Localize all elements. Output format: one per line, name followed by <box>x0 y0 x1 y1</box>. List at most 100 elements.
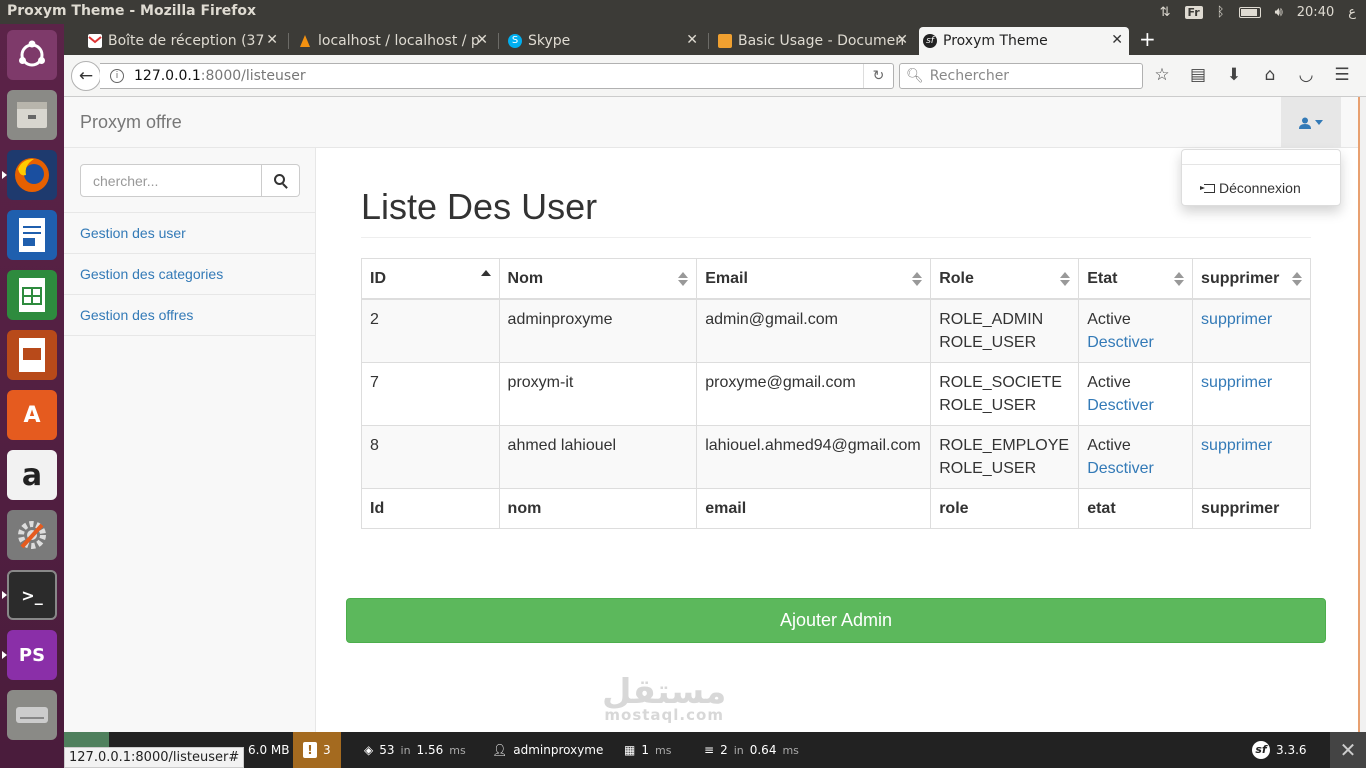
url-bar[interactable]: i 127.0.0.1:8000/listeuser ↻ <box>100 63 894 89</box>
gmail-icon <box>88 34 102 48</box>
tab-proxym-active[interactable]: sf Proxym Theme ✕ <box>919 27 1129 55</box>
sign-out-icon <box>1200 183 1215 193</box>
browser-tab-bar: Boîte de réception (37 ✕ localhost / loc… <box>64 24 1366 55</box>
sidebar-item-users[interactable]: Gestion des user <box>64 213 315 254</box>
bluetooth-icon[interactable]: ᛒ <box>1217 5 1225 20</box>
reload-icon[interactable]: ↻ <box>863 64 893 88</box>
deactivate-link[interactable]: Desctiver <box>1087 331 1184 354</box>
column-header-nom[interactable]: Nom <box>498 258 698 300</box>
sort-icon <box>1292 272 1302 286</box>
column-header-email[interactable]: Email <box>696 258 932 300</box>
keyboard-layout[interactable]: Fr <box>1184 5 1203 19</box>
sidebar-search-button[interactable] <box>262 164 300 197</box>
os-top-bar: Proxym Theme - Mozilla Firefox ⇅ Fr ᛒ 🔊︎… <box>0 0 1366 24</box>
menu-icon[interactable]: ☰ <box>1332 65 1352 85</box>
cell-email: lahiouel.ahmed94@gmail.com <box>696 425 932 489</box>
delete-link[interactable]: supprimer <box>1201 434 1302 457</box>
clock[interactable]: 20:40 <box>1297 5 1334 20</box>
dropdown-divider <box>1182 164 1340 165</box>
bookmark-star-icon[interactable]: ☆ <box>1152 65 1172 85</box>
close-tab-icon[interactable]: ✕ <box>686 32 698 48</box>
tab-label: localhost / localhost / p <box>318 33 480 49</box>
cell-etat: Active Desctiver <box>1078 425 1194 489</box>
tab-gmail[interactable]: Boîte de réception (37 ✕ <box>84 27 284 55</box>
drive-icon[interactable] <box>7 690 57 740</box>
skype-icon: S <box>508 34 522 48</box>
downloads-icon[interactable]: ⬇ <box>1224 65 1244 85</box>
sidebar-item-offers[interactable]: Gestion des offres <box>64 295 315 336</box>
deactivate-link[interactable]: Desctiver <box>1087 394 1184 417</box>
url-host: 127.0.0.1 <box>134 68 201 84</box>
terminal-icon[interactable]: >_ <box>7 570 57 620</box>
symfony-icon: sf <box>1252 741 1270 759</box>
sidebar-item-categories[interactable]: Gestion des categories <box>64 254 315 295</box>
pocket-icon[interactable]: ◡ <box>1296 65 1316 85</box>
cell-delete: supprimer <box>1192 362 1311 426</box>
profiler-time[interactable]: ▦ 1 ms <box>624 732 671 768</box>
close-tab-icon[interactable]: ✕ <box>476 32 488 48</box>
amazon-icon[interactable]: a <box>7 450 57 500</box>
calc-icon[interactable] <box>7 270 57 320</box>
new-tab-button[interactable]: + <box>1139 27 1156 51</box>
firefox-icon[interactable] <box>7 150 57 200</box>
delete-link[interactable]: supprimer <box>1201 308 1302 331</box>
footer-etat: etat <box>1078 488 1194 529</box>
tab-phpmyadmin[interactable]: localhost / localhost / p ✕ <box>294 27 494 55</box>
symfony-profiler-toolbar: 127.0.0.1:8000/listeuser# 6.0 MB ! 3 ◈ 5… <box>64 732 1366 768</box>
files-icon[interactable] <box>7 90 57 140</box>
sidebar-search-input[interactable] <box>80 164 262 197</box>
cell-nom: proxym-it <box>498 362 698 426</box>
impress-icon[interactable] <box>7 330 57 380</box>
sort-icon <box>678 272 689 286</box>
table-row: 7 proxym-it proxyme@gmail.com ROLE_SOCIE… <box>361 362 1311 426</box>
tab-skype[interactable]: S Skype ✕ <box>504 27 704 55</box>
tab-docs[interactable]: Basic Usage - Documen ✕ <box>714 27 914 55</box>
close-tab-icon[interactable]: ✕ <box>1111 32 1123 48</box>
column-header-supprimer[interactable]: supprimer <box>1192 258 1311 300</box>
brand-link[interactable]: Proxym offre <box>80 112 182 133</box>
close-tab-icon[interactable]: ✕ <box>896 32 908 48</box>
ubuntu-dash-icon[interactable] <box>7 30 57 80</box>
deactivate-link[interactable]: Desctiver <box>1087 457 1184 480</box>
site-info-icon[interactable]: i <box>110 69 124 83</box>
web-page: Proxym offre Déconnexion Gestion des use… <box>64 97 1358 732</box>
writer-icon[interactable] <box>7 210 57 260</box>
profiler-memory[interactable]: 6.0 MB <box>248 732 289 768</box>
column-header-role[interactable]: Role <box>930 258 1080 300</box>
window-title: Proxym Theme - Mozilla Firefox <box>7 3 256 19</box>
delete-link[interactable]: supprimer <box>1201 371 1302 394</box>
cell-id: 7 <box>361 362 500 426</box>
search-icon <box>274 174 285 185</box>
home-icon[interactable]: ⌂ <box>1260 65 1280 85</box>
session-glyph[interactable]: ع <box>1348 5 1356 20</box>
sort-asc-icon <box>480 270 491 276</box>
close-tab-icon[interactable]: ✕ <box>266 32 278 48</box>
profiler-database[interactable]: ≡ 2 in 0.64 ms <box>704 732 799 768</box>
volume-icon[interactable]: 🔊︎ <box>1275 5 1283 20</box>
profiler-user[interactable]: 👤︎ adminproxyme <box>492 732 603 768</box>
close-toolbar-icon[interactable]: ✕ <box>1330 732 1366 768</box>
cell-nom: adminproxyme <box>498 298 698 363</box>
users-table: ID Nom Email Role Etat supprimer 2 admin… <box>361 258 1311 529</box>
column-header-id[interactable]: ID <box>361 258 500 300</box>
user-menu-toggle[interactable] <box>1281 97 1341 148</box>
add-admin-button[interactable]: Ajouter Admin <box>346 598 1326 643</box>
column-header-etat[interactable]: Etat <box>1078 258 1194 300</box>
cell-role: ROLE_EMPLOYE ROLE_USER <box>930 425 1080 489</box>
network-icon[interactable]: ⇅ <box>1160 5 1171 20</box>
profiler-version[interactable]: sf 3.3.6 <box>1252 732 1307 768</box>
reading-list-icon[interactable]: ▤ <box>1188 65 1208 85</box>
tab-label: Boîte de réception (37 <box>108 33 265 49</box>
page-scrollbar[interactable] <box>1358 97 1366 732</box>
battery-icon[interactable] <box>1238 6 1261 18</box>
sort-icon <box>1174 272 1185 286</box>
profiler-requests[interactable]: ◈ 53 in 1.56 ms <box>364 732 466 768</box>
software-center-icon[interactable]: A <box>7 390 57 440</box>
phpstorm-icon[interactable]: PS <box>7 630 57 680</box>
system-settings-icon[interactable] <box>7 510 57 560</box>
profiler-warnings[interactable]: ! 3 <box>293 732 341 768</box>
logout-link[interactable]: Déconnexion <box>1200 180 1301 196</box>
back-button[interactable]: ← <box>71 61 101 91</box>
browser-search-input[interactable]: 🔍︎ Rechercher <box>899 63 1143 89</box>
cell-role: ROLE_SOCIETE ROLE_USER <box>930 362 1080 426</box>
